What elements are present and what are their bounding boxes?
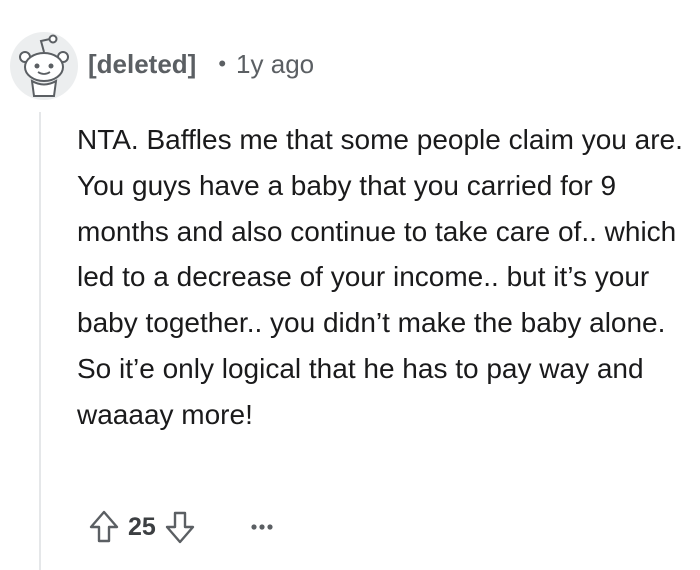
- downvote-arrow-icon: [165, 511, 195, 544]
- meta-separator: •: [218, 51, 227, 76]
- avatar[interactable]: [8, 30, 80, 102]
- deleted-user-snoo-icon: [10, 32, 78, 100]
- downvote-button[interactable]: [160, 505, 200, 549]
- upvote-arrow-icon: [89, 510, 119, 543]
- comment-timestamp[interactable]: 1y ago: [236, 49, 314, 80]
- author-name[interactable]: [deleted]: [88, 49, 196, 80]
- comment-header: [deleted] • 1y ago: [88, 46, 314, 82]
- vote-score: 25: [128, 512, 156, 541]
- more-options-button[interactable]: [242, 505, 282, 549]
- more-options-icon: [251, 524, 273, 530]
- upvote-button[interactable]: [84, 505, 124, 549]
- thread-line[interactable]: [39, 112, 41, 570]
- comment-actions: 25: [84, 505, 282, 549]
- comment-body: NTA. Baffles me that some people claim y…: [77, 124, 683, 430]
